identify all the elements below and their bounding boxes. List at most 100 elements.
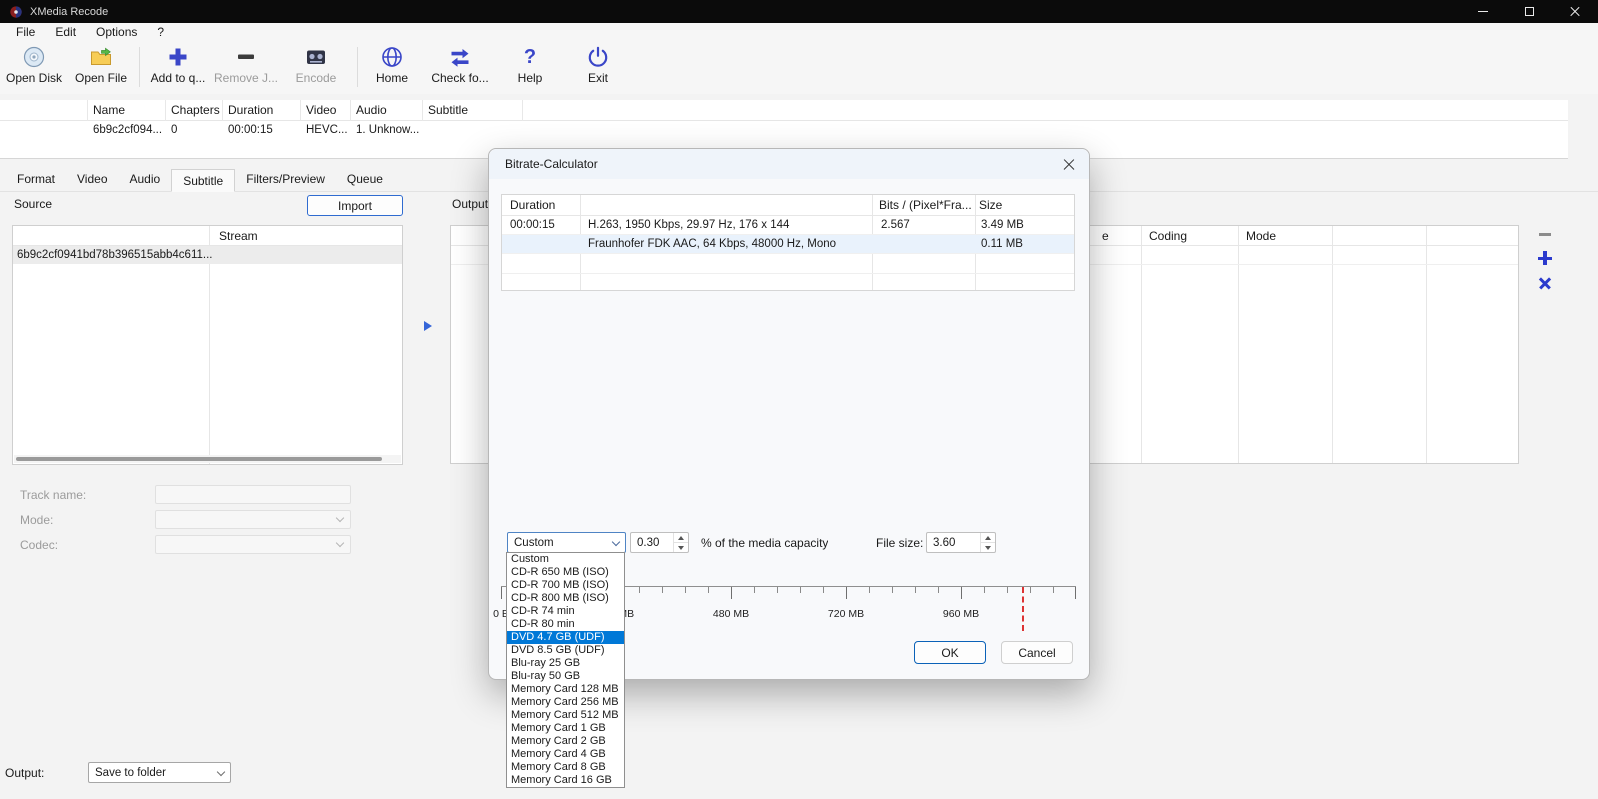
file-col-duration[interactable]: Duration: [223, 100, 301, 121]
save-destination-select[interactable]: Save to folder: [88, 762, 231, 783]
chevron-down-icon: [612, 537, 620, 545]
question-icon: ?: [518, 45, 542, 69]
file-size-value: 3.60: [927, 533, 980, 552]
media-capacity-value: Custom: [508, 537, 607, 549]
toolbar-open-disk[interactable]: Open Disk: [3, 45, 65, 91]
dropdown-option[interactable]: Memory Card 512 MB: [507, 709, 624, 722]
media-capacity-combo[interactable]: Custom: [507, 532, 626, 553]
dialog-title-bar: Bitrate-Calculator: [489, 149, 1089, 179]
major-tick: [731, 587, 732, 599]
file-col-chapters[interactable]: Chapters: [166, 100, 223, 121]
file-row-video: HEVC...: [301, 121, 351, 140]
source-row[interactable]: 6b9c2cf0941bd78b396515abb4c611...: [13, 246, 402, 264]
tab-video[interactable]: Video: [66, 169, 118, 191]
ok-button[interactable]: OK: [914, 641, 986, 664]
dropdown-option[interactable]: CD-R 800 MB (ISO): [507, 592, 624, 605]
toolbar-check-for-updates[interactable]: Check fo...: [426, 45, 494, 91]
major-tick: [846, 587, 847, 599]
import-button[interactable]: Import: [307, 195, 403, 216]
dropdown-option[interactable]: Memory Card 256 MB: [507, 696, 624, 709]
toolbar-label: Remove J...: [214, 71, 278, 85]
spin-down-button[interactable]: [674, 542, 688, 552]
dropdown-option[interactable]: CD-R 74 min: [507, 605, 624, 618]
file-row-audio: 1. Unknow...: [351, 121, 423, 140]
tab-filters-preview[interactable]: Filters/Preview: [235, 169, 336, 191]
scrollbar-thumb[interactable]: [16, 457, 382, 461]
source-hscrollbar[interactable]: [14, 455, 401, 463]
up-arrow-icon: [985, 536, 991, 540]
dropdown-option[interactable]: Memory Card 16 GB: [507, 774, 624, 787]
menu-options[interactable]: Options: [86, 23, 147, 42]
toolbar-home[interactable]: Home: [364, 45, 420, 91]
dropdown-option[interactable]: CD-R 650 MB (ISO): [507, 566, 624, 579]
spin-down-button[interactable]: [981, 542, 995, 552]
add-track-button[interactable]: [1537, 250, 1553, 266]
dialog-close-button[interactable]: [1062, 157, 1077, 172]
xmedia-recode-window: { "window": { "title": "XMedia Recode" }…: [0, 0, 1598, 799]
dropdown-option[interactable]: DVD 8.5 GB (UDF): [507, 644, 624, 657]
menu-file[interactable]: File: [6, 23, 45, 42]
tab-format[interactable]: Format: [6, 169, 66, 191]
stream-row-audio[interactable]: Fraunhofer FDK AAC, 64 Kbps, 48000 Hz, M…: [502, 235, 1074, 254]
stream-row-video[interactable]: 00:00:15 H.263, 1950 Kbps, 29.97 Hz, 176…: [502, 216, 1074, 235]
dropdown-option[interactable]: CD-R 80 min: [507, 618, 624, 631]
spin-up-button[interactable]: [674, 533, 688, 542]
cancel-button[interactable]: Cancel: [1001, 641, 1073, 664]
toolbar-open-file[interactable]: Open File: [70, 45, 132, 91]
ok-button-label: OK: [941, 646, 958, 660]
col-duration: Duration: [510, 195, 555, 216]
dropdown-option[interactable]: Blu-ray 25 GB: [507, 657, 624, 670]
major-tick: [501, 587, 502, 599]
power-icon: [586, 45, 610, 69]
row-size: 0.11 MB: [976, 235, 1074, 254]
minimize-button[interactable]: [1460, 0, 1506, 23]
transfer-arrow-button[interactable]: [419, 317, 436, 335]
file-col-subtitle[interactable]: Subtitle: [423, 100, 523, 121]
up-arrow-icon: [678, 536, 684, 540]
dropdown-option[interactable]: Memory Card 128 MB: [507, 683, 624, 696]
menu-edit[interactable]: Edit: [45, 23, 86, 42]
source-label: Source: [14, 197, 52, 211]
stream-column-header[interactable]: Stream: [219, 226, 258, 246]
clear-tracks-button[interactable]: [1538, 276, 1552, 290]
menu-bar: File Edit Options ?: [0, 23, 1598, 42]
file-col-audio[interactable]: Audio: [351, 100, 423, 121]
tab-queue[interactable]: Queue: [336, 169, 394, 191]
toolbar-help[interactable]: ? Help: [504, 45, 556, 91]
toolbar-add-to-queue[interactable]: Add to q...: [146, 45, 210, 91]
dropdown-option-highlighted[interactable]: DVD 4.7 GB (UDF): [507, 631, 624, 644]
output-col-mode[interactable]: Mode: [1246, 226, 1276, 246]
file-row[interactable]: 6b9c2cf094... 0 00:00:15 HEVC... 1. Unkn…: [0, 121, 1568, 140]
dropdown-option[interactable]: Blu-ray 50 GB: [507, 670, 624, 683]
close-icon: [1569, 6, 1581, 18]
column-divider: [1332, 226, 1333, 463]
menu-help[interactable]: ?: [147, 23, 174, 42]
dropdown-option[interactable]: Memory Card 2 GB: [507, 735, 624, 748]
file-col-name[interactable]: Name: [88, 100, 166, 121]
output-panel-label: Output: [452, 197, 488, 211]
file-row-chapters: 0: [166, 121, 223, 140]
row-divider: [502, 273, 1074, 274]
title-bar: XMedia Recode: [0, 0, 1598, 23]
dropdown-option[interactable]: CD-R 700 MB (ISO): [507, 579, 624, 592]
import-button-label: Import: [338, 199, 372, 213]
dropdown-option[interactable]: Custom: [507, 553, 624, 566]
output-col-coding[interactable]: Coding: [1149, 226, 1187, 246]
percent-spinner[interactable]: 0.30: [630, 532, 689, 553]
dropdown-option[interactable]: Memory Card 4 GB: [507, 748, 624, 761]
dropdown-option[interactable]: Memory Card 1 GB: [507, 722, 624, 735]
file-size-spinner[interactable]: 3.60: [926, 532, 996, 553]
toolbar-label: Home: [376, 71, 408, 85]
spinner-buttons: [673, 533, 688, 552]
tab-audio[interactable]: Audio: [119, 169, 172, 191]
toolbar-exit[interactable]: Exit: [572, 45, 624, 91]
toolbar-label: Exit: [588, 71, 608, 85]
tab-subtitle[interactable]: Subtitle: [171, 169, 235, 192]
column-divider: [1238, 226, 1239, 463]
scale-label-480: 480 MB: [701, 608, 761, 620]
dropdown-option[interactable]: Memory Card 8 GB: [507, 761, 624, 774]
spin-up-button[interactable]: [981, 533, 995, 542]
maximize-button[interactable]: [1506, 0, 1552, 23]
close-button[interactable]: [1552, 0, 1598, 23]
file-col-video[interactable]: Video: [301, 100, 351, 121]
